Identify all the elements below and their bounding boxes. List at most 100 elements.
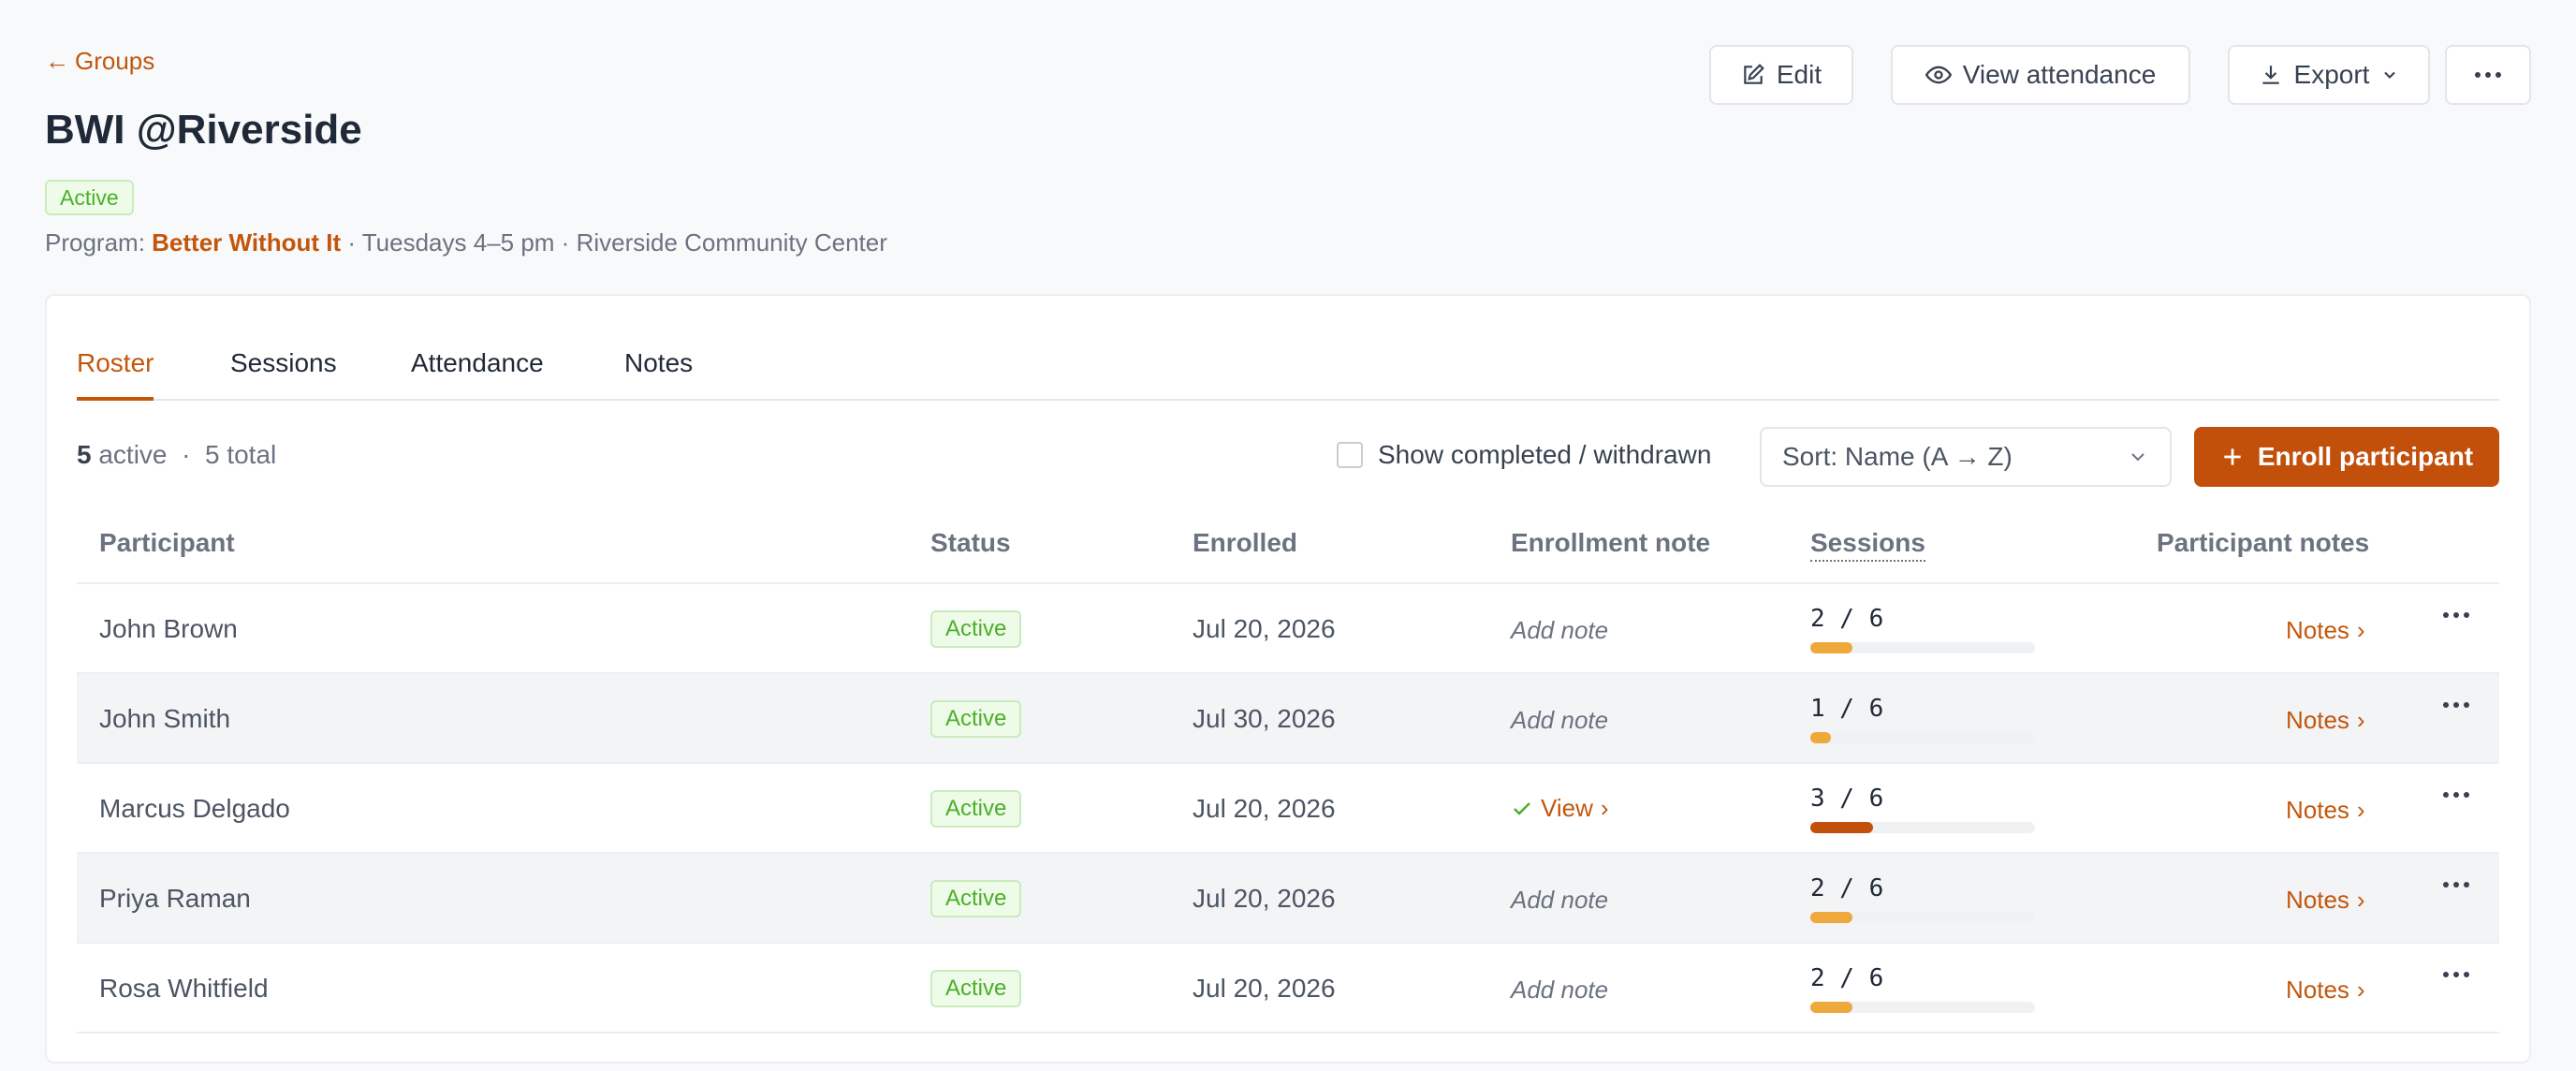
participant-notes-link[interactable]: Notes › [2286, 886, 2365, 915]
program-prefix: Program: [45, 228, 153, 257]
status-badge: Active [930, 790, 1022, 828]
sessions-bar-fill [1810, 732, 1832, 743]
status-badge: Active [930, 880, 1022, 917]
sessions-bar-fill [1810, 642, 1852, 653]
view-attendance-label: View attendance [1962, 60, 2157, 89]
active-label: active [91, 440, 168, 469]
chevron-right-icon: › [2356, 706, 2365, 734]
sessions-progress: 2 / 6 [1810, 874, 2035, 923]
column-participant[interactable]: Participant [99, 528, 235, 558]
participant-name[interactable]: Marcus Delgado [99, 794, 290, 824]
more-horizontal-icon [2443, 612, 2469, 618]
sessions-count: 3 / 6 [1810, 785, 1884, 813]
more-horizontal-icon [2443, 972, 2469, 977]
row-more-button[interactable] [2443, 612, 2469, 618]
participant-notes-link[interactable]: Notes › [2286, 706, 2365, 735]
sessions-count: 2 / 6 [1810, 605, 1884, 633]
tab-notes[interactable]: Notes [624, 341, 693, 401]
edit-button[interactable]: Edit [1709, 45, 1853, 105]
more-actions-button[interactable] [2445, 45, 2531, 105]
sort-select[interactable]: Sort: Name (A → Z) [1760, 427, 2172, 487]
active-count: 5 [77, 440, 92, 469]
group-tabs: Roster Sessions Attendance Notes [77, 341, 2499, 401]
participant-notes-link[interactable]: Notes › [2286, 616, 2365, 645]
column-status[interactable]: Status [930, 528, 1011, 558]
participant-name[interactable]: Rosa Whitfield [99, 974, 269, 1004]
sort-select-value: Sort: Name (A → Z) [1782, 442, 2012, 471]
count-separator: · [167, 440, 205, 469]
table-row: Marcus Delgado Active Jul 20, 2026 View … [77, 764, 2499, 854]
row-more-button[interactable] [2443, 972, 2469, 977]
add-enrollment-note[interactable]: Add note [1511, 976, 1608, 1005]
plus-icon [2224, 448, 2241, 465]
chevron-right-icon: › [2356, 886, 2365, 914]
chevron-down-icon [2384, 71, 2396, 79]
row-more-button[interactable] [2443, 882, 2469, 888]
chevron-right-icon: › [2356, 976, 2365, 1004]
table-row: Priya Raman Active Jul 20, 2026 Add note… [77, 854, 2499, 944]
download-icon [2261, 66, 2279, 84]
view-attendance-button[interactable]: View attendance [1891, 45, 2190, 105]
chevron-right-icon: › [2356, 796, 2365, 824]
show-completed-checkbox[interactable] [1337, 442, 1363, 468]
table-row: Rosa Whitfield Active Jul 20, 2026 Add n… [77, 944, 2499, 1034]
more-horizontal-icon [2443, 702, 2469, 708]
participant-name[interactable]: John Brown [99, 614, 238, 644]
program-link[interactable]: Better Without It [152, 228, 341, 257]
tab-roster[interactable]: Roster [77, 341, 154, 401]
sessions-count: 1 / 6 [1810, 695, 1884, 723]
participant-name[interactable]: Priya Raman [99, 884, 251, 914]
more-horizontal-icon [2475, 72, 2501, 78]
back-to-groups-link[interactable]: ← Groups [45, 47, 154, 76]
group-meta-line: Program: Better Without It · Tuesdays 4–… [45, 228, 887, 257]
more-horizontal-icon [2443, 882, 2469, 888]
sessions-bar-track [1810, 732, 2035, 743]
arrow-left-icon: ← [45, 47, 69, 75]
edit-label: Edit [1776, 60, 1822, 89]
check-icon [1514, 801, 1530, 815]
add-enrollment-note[interactable]: Add note [1511, 886, 1608, 915]
tab-attendance[interactable]: Attendance [411, 341, 544, 401]
row-more-button[interactable] [2443, 792, 2469, 798]
status-badge: Active [930, 970, 1022, 1007]
show-completed-toggle[interactable]: Show completed / withdrawn [1337, 440, 1711, 470]
chevron-down-icon [2131, 453, 2144, 462]
sessions-bar-track [1810, 822, 2035, 833]
participant-notes-link[interactable]: Notes › [2286, 796, 2365, 825]
sessions-count: 2 / 6 [1810, 874, 1884, 902]
notes-link-label: Notes [2286, 976, 2349, 1004]
add-enrollment-note[interactable]: Add note [1511, 616, 1608, 645]
sessions-bar-track [1810, 1002, 2035, 1013]
enrolled-date: Jul 30, 2026 [1193, 704, 1336, 733]
participant-name[interactable]: John Smith [99, 704, 230, 734]
table-row: John Smith Active Jul 30, 2026 Add note … [77, 674, 2499, 764]
status-badge: Active [930, 700, 1022, 738]
column-sessions[interactable]: Sessions [1810, 528, 1925, 562]
notes-link-label: Notes [2286, 706, 2349, 734]
total-count: 5 total [204, 440, 277, 469]
sessions-progress: 2 / 6 [1810, 964, 2035, 1013]
page-title: BWI @Riverside [45, 107, 362, 153]
back-link-label: Groups [75, 47, 155, 75]
tab-sessions[interactable]: Sessions [230, 341, 337, 401]
export-button[interactable]: Export [2228, 45, 2430, 105]
roster-table-header: Participant Status Enrolled Enrollment n… [77, 517, 2499, 584]
sessions-progress: 2 / 6 [1810, 605, 2035, 653]
table-row: John Brown Active Jul 20, 2026 Add note … [77, 584, 2499, 674]
sessions-bar-track [1810, 912, 2035, 923]
column-enrolled[interactable]: Enrolled [1193, 528, 1297, 558]
add-enrollment-note[interactable]: Add note [1511, 706, 1608, 735]
notes-link-label: Notes [2286, 796, 2349, 824]
show-completed-label: Show completed / withdrawn [1378, 440, 1712, 469]
participant-notes-link[interactable]: Notes › [2286, 976, 2365, 1005]
view-enrollment-note-link[interactable]: View › [1511, 794, 1609, 823]
enrolled-date: Jul 20, 2026 [1193, 884, 1336, 913]
edit-icon [1744, 64, 1764, 84]
enrolled-date: Jul 20, 2026 [1193, 794, 1336, 823]
sessions-count: 2 / 6 [1810, 964, 1884, 992]
enroll-participant-button[interactable]: Enroll participant [2194, 427, 2499, 487]
row-more-button[interactable] [2443, 702, 2469, 708]
chevron-right-icon: › [2356, 616, 2365, 644]
export-label: Export [2293, 60, 2370, 89]
status-badge: Active [930, 610, 1022, 648]
